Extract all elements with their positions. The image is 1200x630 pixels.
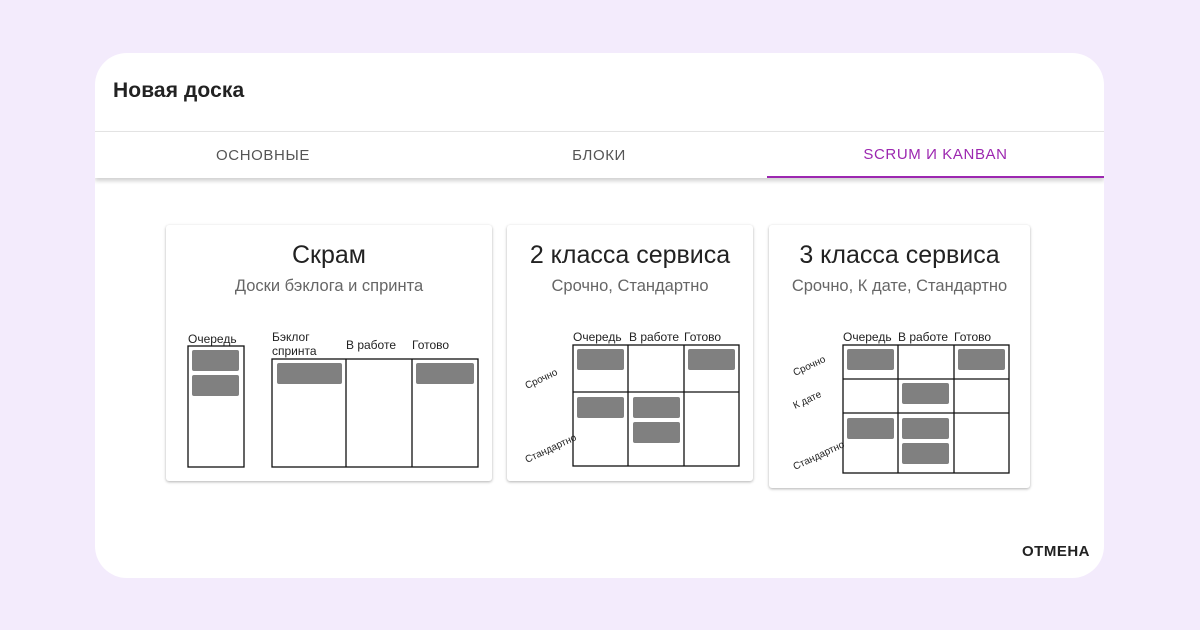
sticky-note bbox=[902, 383, 949, 404]
column-label-in-progress: В работе bbox=[629, 330, 679, 344]
sticky-note bbox=[192, 375, 239, 396]
column-label-queue: Очередь bbox=[843, 330, 892, 344]
sticky-note bbox=[633, 422, 680, 443]
scrum-board-preview: Очередь Бэклог спринта В работе Готово bbox=[187, 330, 479, 468]
column-label-in-progress: В работе bbox=[346, 338, 396, 352]
tab-basic[interactable]: ОСНОВНЫЕ bbox=[95, 132, 431, 178]
row-label-standard: Стандартно bbox=[524, 432, 579, 465]
sticky-note bbox=[577, 349, 624, 370]
sticky-note bbox=[277, 363, 342, 384]
column-label-done: Готово bbox=[684, 330, 721, 344]
new-board-dialog: Новая доска ОСНОВНЫЕ БЛОКИ SCRUM И KANBA… bbox=[95, 53, 1104, 578]
three-classes-board-preview: Очередь В работе Готово Срочно К дате Ст… bbox=[792, 330, 1010, 474]
tab-scrum-kanban[interactable]: SCRUM И KANBAN bbox=[767, 132, 1104, 178]
column-label-in-progress: В работе bbox=[898, 330, 948, 344]
tab-bar: ОСНОВНЫЕ БЛОКИ SCRUM И KANBAN bbox=[95, 131, 1104, 178]
two-classes-board-preview: Очередь В работе Готово Срочно Стандартн… bbox=[524, 330, 740, 467]
column-label-done: Готово bbox=[412, 338, 449, 352]
sticky-note bbox=[958, 349, 1005, 370]
column-label-queue: Очередь bbox=[188, 332, 237, 346]
column-label-done: Готово bbox=[954, 330, 991, 344]
template-card-scrum[interactable]: Скрам Доски бэклога и спринта Очередь Бэ… bbox=[166, 225, 492, 481]
tab-blocks[interactable]: БЛОКИ bbox=[431, 132, 767, 178]
column-label-queue: Очередь bbox=[573, 330, 622, 344]
sticky-note bbox=[633, 397, 680, 418]
sticky-note bbox=[577, 397, 624, 418]
sticky-note bbox=[847, 418, 894, 439]
template-card-two-classes[interactable]: 2 класса сервиса Срочно, Стандартно Очер… bbox=[507, 225, 753, 481]
row-label-urgent: Срочно bbox=[792, 354, 828, 379]
sticky-note bbox=[902, 443, 949, 464]
template-card-three-classes[interactable]: 3 класса сервиса Срочно, К дате, Стандар… bbox=[769, 225, 1030, 488]
column-label-sprint-backlog-line2: спринта bbox=[272, 344, 317, 358]
sticky-note bbox=[847, 349, 894, 370]
sticky-note bbox=[902, 418, 949, 439]
row-label-standard: Стандартно bbox=[792, 439, 847, 472]
sticky-note bbox=[192, 350, 239, 371]
sticky-note bbox=[688, 349, 735, 370]
row-label-by-date: К дате bbox=[792, 389, 824, 412]
row-label-urgent: Срочно bbox=[524, 367, 560, 392]
cancel-button[interactable]: ОТМЕНА bbox=[1022, 539, 1090, 564]
column-label-sprint-backlog-line1: Бэклог bbox=[272, 330, 310, 344]
dialog-title: Новая доска bbox=[113, 79, 245, 102]
sticky-note bbox=[416, 363, 474, 384]
